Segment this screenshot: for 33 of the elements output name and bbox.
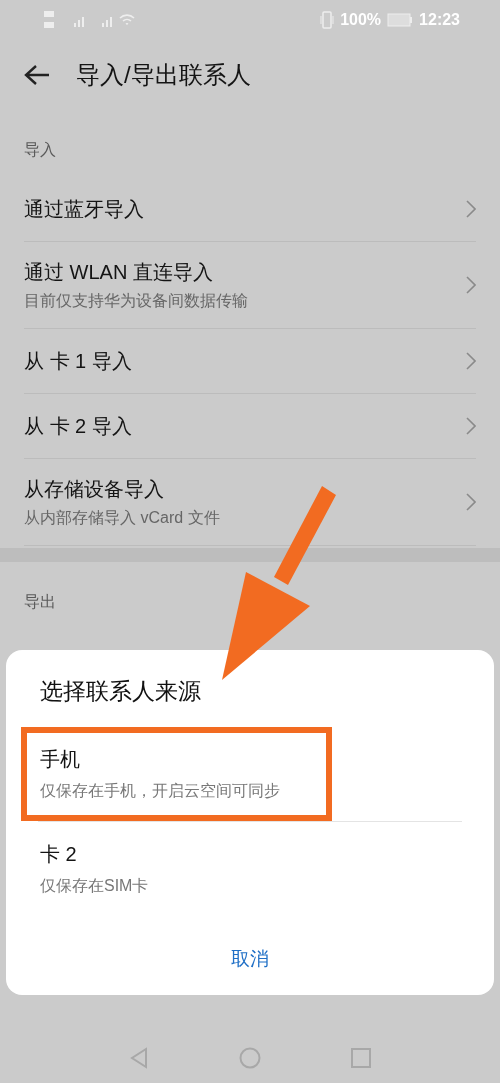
recents-nav-icon[interactable]	[351, 1048, 371, 1068]
item-subtitle: 从内部存储导入 vCard 文件	[24, 507, 221, 528]
item-title: 通过蓝牙导入	[24, 196, 145, 222]
back-nav-icon[interactable]	[129, 1047, 149, 1069]
source-option[interactable]: 卡 2 仅保存在SIM卡	[21, 822, 332, 916]
dialog-title: 选择联系人来源	[39, 677, 202, 706]
cancel-button[interactable]: 取消	[223, 942, 277, 976]
chevron-icon	[466, 493, 476, 511]
chevron-icon	[466, 417, 476, 435]
battery-icon	[387, 13, 414, 27]
chevron-icon	[466, 352, 476, 370]
list-item[interactable]: 从 卡 1 导入	[24, 329, 476, 394]
page-title: 导入/导出联系人	[76, 60, 251, 90]
chevron-icon	[466, 200, 476, 218]
section-label: 导入	[23, 140, 57, 160]
option-title: 手机	[40, 747, 81, 772]
back-icon[interactable]	[24, 64, 50, 86]
home-nav-icon[interactable]	[239, 1047, 261, 1069]
option-subtitle: 仅保存在手机，开启云空间可同步	[40, 781, 281, 801]
list-item[interactable]: 通过 WLAN 直连导入 目前仅支持华为设备间数据传输	[24, 242, 476, 329]
section-label: 导出	[23, 592, 57, 612]
list-item[interactable]: 通过蓝牙导入	[24, 177, 476, 242]
item-subtitle: 目前仅支持华为设备间数据传输	[24, 290, 249, 311]
item-title: 从 卡 2 导入	[24, 413, 133, 439]
vibrate-icon	[320, 11, 335, 29]
item-title: 通过 WLAN 直连导入	[24, 259, 214, 285]
chevron-icon	[466, 276, 476, 294]
option-title: 卡 2	[40, 842, 78, 867]
option-subtitle: 仅保存在SIM卡	[40, 876, 150, 896]
list-item[interactable]: 从 卡 2 导入	[24, 394, 476, 459]
source-option[interactable]: 手机 仅保存在手机，开启云空间可同步	[21, 727, 332, 821]
item-title: 从 卡 1 导入	[24, 348, 133, 374]
item-title: 从存储设备导入	[24, 476, 165, 502]
